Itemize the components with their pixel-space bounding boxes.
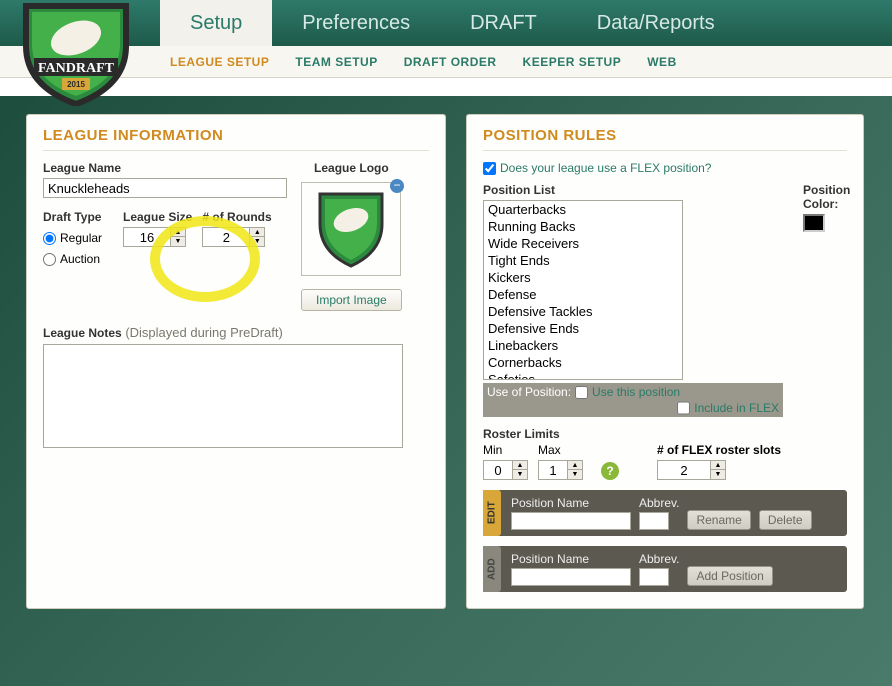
- flex-slots-up[interactable]: ▲: [711, 461, 725, 470]
- position-item[interactable]: Defensive Tackles: [484, 303, 682, 320]
- roster-min-input[interactable]: [483, 460, 513, 480]
- league-size-up[interactable]: ▲: [171, 228, 185, 237]
- roster-max-up[interactable]: ▲: [568, 461, 582, 470]
- position-item[interactable]: Kickers: [484, 269, 682, 286]
- position-list[interactable]: QuarterbacksRunning BacksWide ReceiversT…: [483, 200, 683, 380]
- flex-question-label: Does your league use a FLEX position?: [500, 161, 711, 175]
- league-logo-preview: −: [301, 182, 401, 276]
- position-item[interactable]: Safeties: [484, 371, 682, 380]
- position-color-picker[interactable]: [803, 214, 825, 232]
- position-item[interactable]: Running Backs: [484, 218, 682, 235]
- brand-text: FANDRAFT: [38, 61, 115, 76]
- position-item[interactable]: Quarterbacks: [484, 201, 682, 218]
- draft-type-auction-radio[interactable]: [43, 253, 56, 266]
- league-name-input[interactable]: [43, 178, 287, 198]
- tab-data-reports[interactable]: Data/Reports: [567, 0, 745, 46]
- add-pos-name-input[interactable]: [511, 568, 631, 586]
- rename-button[interactable]: Rename: [687, 510, 750, 530]
- league-size-label: League Size: [123, 210, 192, 224]
- subnav-keeper-setup[interactable]: KEEPER SETUP: [523, 55, 622, 69]
- rounds-input[interactable]: [202, 227, 250, 247]
- position-item[interactable]: Defensive Ends: [484, 320, 682, 337]
- min-label: Min: [483, 443, 528, 457]
- add-tab-label: ADD: [483, 546, 501, 592]
- flex-slots-down[interactable]: ▼: [711, 470, 725, 479]
- flex-slots-label: # of FLEX roster slots: [657, 443, 781, 457]
- position-item[interactable]: Wide Receivers: [484, 235, 682, 252]
- draft-type-label: Draft Type: [43, 210, 113, 224]
- add-abbrev-label: Abbrev.: [639, 552, 679, 566]
- add-position-box: ADD Position Name Abbrev. Add Position: [483, 546, 847, 592]
- position-item[interactable]: Defense: [484, 286, 682, 303]
- use-this-position-checkbox[interactable]: [575, 386, 588, 399]
- position-color-label: Position Color:: [803, 183, 850, 211]
- tab-preferences[interactable]: Preferences: [272, 0, 440, 46]
- import-image-button[interactable]: Import Image: [301, 289, 402, 311]
- tab-draft[interactable]: DRAFT: [440, 0, 567, 46]
- use-this-position-label: Use this position: [592, 385, 680, 399]
- edit-position-box: EDIT Position Name Abbrev. Rename Delete: [483, 490, 847, 536]
- edit-abbrev-input[interactable]: [639, 512, 669, 530]
- rounds-label: # of Rounds: [202, 210, 271, 224]
- position-rules-title: POSITION RULES: [483, 127, 847, 151]
- subnav-league-setup[interactable]: LEAGUE SETUP: [170, 55, 269, 69]
- app-logo: FANDRAFT 2015: [16, 0, 156, 116]
- draft-type-regular-radio[interactable]: [43, 232, 56, 245]
- roster-max-input[interactable]: [538, 460, 568, 480]
- league-size-down[interactable]: ▼: [171, 237, 185, 246]
- svg-text:2015: 2015: [67, 80, 85, 89]
- remove-logo-icon[interactable]: −: [390, 179, 404, 193]
- include-in-flex-label: Include in FLEX: [694, 401, 779, 415]
- draft-type-auction-label: Auction: [60, 252, 100, 266]
- roster-min-down[interactable]: ▼: [513, 470, 527, 479]
- edit-pos-name-input[interactable]: [511, 512, 631, 530]
- edit-abbrev-label: Abbrev.: [639, 496, 679, 510]
- max-label: Max: [538, 443, 583, 457]
- delete-button[interactable]: Delete: [759, 510, 812, 530]
- add-position-button[interactable]: Add Position: [687, 566, 772, 586]
- roster-limits-label: Roster Limits: [483, 427, 583, 441]
- league-size-input[interactable]: [123, 227, 171, 247]
- position-rules-panel: POSITION RULES Does your league use a FL…: [466, 114, 864, 609]
- league-info-title: LEAGUE INFORMATION: [43, 127, 429, 151]
- roster-max-down[interactable]: ▼: [568, 470, 582, 479]
- rounds-down[interactable]: ▼: [250, 237, 264, 246]
- position-item[interactable]: Cornerbacks: [484, 354, 682, 371]
- include-in-flex-checkbox[interactable]: [677, 401, 690, 415]
- edit-pos-name-label: Position Name: [511, 496, 631, 510]
- position-item[interactable]: Linebackers: [484, 337, 682, 354]
- subnav-team-setup[interactable]: TEAM SETUP: [295, 55, 377, 69]
- flex-question-checkbox[interactable]: [483, 162, 496, 175]
- add-pos-name-label: Position Name: [511, 552, 631, 566]
- position-list-label: Position List: [483, 183, 783, 197]
- use-of-position-label: Use of Position:: [487, 385, 571, 399]
- league-notes-label: League Notes: [43, 326, 122, 340]
- position-item[interactable]: Tight Ends: [484, 252, 682, 269]
- rounds-up[interactable]: ▲: [250, 228, 264, 237]
- subnav-web[interactable]: WEB: [647, 55, 677, 69]
- add-abbrev-input[interactable]: [639, 568, 669, 586]
- edit-tab-label: EDIT: [483, 490, 501, 536]
- league-logo-label: League Logo: [301, 161, 402, 175]
- help-icon[interactable]: ?: [601, 462, 619, 480]
- league-notes-textarea[interactable]: [43, 344, 403, 448]
- league-information-panel: LEAGUE INFORMATION League Name Draft Typ…: [26, 114, 446, 609]
- league-notes-hint: (Displayed during PreDraft): [125, 325, 283, 340]
- tab-setup[interactable]: Setup: [160, 0, 272, 46]
- flex-slots-input[interactable]: [657, 460, 711, 480]
- roster-min-up[interactable]: ▲: [513, 461, 527, 470]
- subnav-draft-order[interactable]: DRAFT ORDER: [404, 55, 497, 69]
- draft-type-regular-label: Regular: [60, 231, 102, 245]
- league-name-label: League Name: [43, 161, 287, 175]
